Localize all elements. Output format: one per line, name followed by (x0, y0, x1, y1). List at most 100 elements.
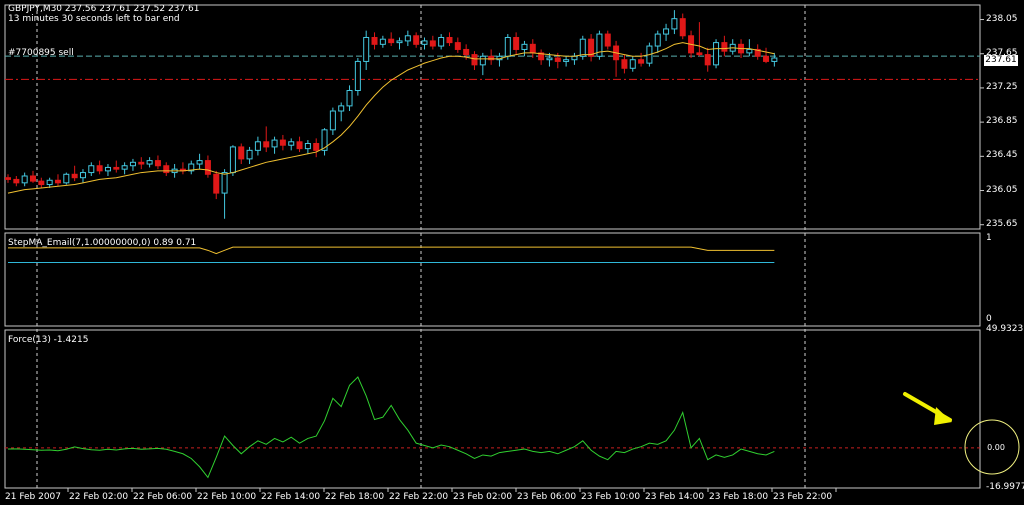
pane-frame-0 (4, 4, 981, 230)
force-zero-badge: 0.00 (985, 443, 1007, 453)
candle-body (271, 139, 278, 148)
candle-body (404, 35, 411, 42)
candle-body (63, 173, 70, 184)
candle-body (513, 36, 520, 50)
price-tick-label: 236.85 (986, 116, 1018, 127)
stepma-tick-label: 1 (986, 233, 992, 243)
candle-body (129, 161, 136, 167)
candle-body (671, 18, 678, 30)
candle-body (388, 38, 395, 44)
candle-body (121, 165, 128, 170)
candle-body (113, 166, 120, 170)
candle-body (79, 172, 86, 179)
candle-body (21, 175, 28, 184)
candle-body (438, 36, 445, 47)
candle-body (621, 59, 628, 69)
candle-body (88, 165, 95, 174)
candle-body (13, 178, 20, 184)
stepma-series-0 (8, 246, 775, 255)
candle-body (54, 179, 61, 184)
candle-body (763, 55, 770, 62)
candle-body (5, 177, 11, 180)
chart-window: GBPJPY,M30 237.56 237.61 237.52 237.61 1… (0, 0, 1024, 505)
candle-body (46, 179, 53, 186)
price-tick-label: 238.05 (986, 13, 1018, 24)
annotation-arrow-head (934, 407, 952, 425)
time-tick-label: 23 Feb 10:00 (581, 492, 641, 502)
candle-body (379, 38, 386, 45)
price-tick-label: 236.05 (986, 184, 1018, 195)
time-tick-label: 22 Feb 10:00 (197, 492, 257, 502)
candle-body (38, 180, 45, 186)
candle-body (604, 33, 611, 47)
candle-body (371, 36, 378, 45)
candle-body (146, 160, 153, 165)
symbol-label: GBPJPY,M30 237.56 237.61 237.52 237.61 (8, 4, 200, 14)
time-tick-label: 22 Feb 06:00 (133, 492, 193, 502)
candle-body (429, 40, 436, 47)
time-tick-label: 22 Feb 18:00 (325, 492, 385, 502)
candle-body (704, 54, 711, 66)
candle-body (354, 60, 361, 91)
candle-body (254, 141, 261, 151)
time-tick-label: 23 Feb 22:00 (773, 492, 833, 502)
candle-body (579, 38, 586, 57)
candle-body (229, 146, 236, 174)
candle-body (329, 110, 336, 131)
candle-body (629, 59, 636, 69)
current-price-badge: 237.61 (984, 55, 1018, 66)
force-tick-label: 49.9323 (986, 324, 1024, 334)
candle-body (363, 36, 370, 62)
candle-body (338, 105, 345, 112)
force-tick-label: -16.9977 (986, 482, 1024, 492)
candle-body (213, 173, 220, 194)
price-tick-label: 235.65 (986, 218, 1018, 229)
candle-body (29, 175, 36, 182)
candle-body (571, 55, 578, 61)
stepma-tick-label: 0 (986, 314, 992, 324)
time-tick-label: 23 Feb 02:00 (453, 492, 513, 502)
candle-body (471, 54, 478, 66)
candle-body (504, 36, 511, 57)
price-tick-label: 236.45 (986, 150, 1018, 161)
candle-body (346, 89, 353, 107)
order-label[interactable]: #7700895 sell (8, 48, 74, 58)
moving-average-line (7, 42, 775, 194)
candle-body (196, 160, 203, 165)
chart-svg[interactable] (0, 0, 1024, 505)
candle-body (654, 33, 661, 47)
candle-body (679, 18, 686, 37)
candle-body (71, 173, 78, 179)
candle-body (263, 141, 270, 148)
candle-body (313, 143, 320, 151)
candle-body (638, 59, 645, 64)
candle-body (238, 146, 245, 160)
time-tick-label: 23 Feb 18:00 (709, 492, 769, 502)
candle-body (163, 165, 170, 174)
stepma-label: StepMA_Email(7,1.00000000,0) 0.89 0.71 (8, 238, 197, 248)
candle-body (204, 160, 211, 175)
force-line (7, 376, 775, 479)
time-tick-label: 23 Feb 14:00 (645, 492, 705, 502)
time-tick-label: 22 Feb 22:00 (389, 492, 449, 502)
candle-body (721, 42, 728, 52)
candle-body (96, 165, 103, 172)
time-tick-label: 22 Feb 14:00 (261, 492, 321, 502)
candle-body (138, 161, 145, 165)
candle-body (454, 42, 461, 50)
candle-body (563, 59, 570, 62)
price-tick-label: 237.25 (986, 81, 1018, 92)
candle-body (554, 57, 561, 62)
timer-label: 13 minutes 30 seconds left to bar end (8, 14, 180, 24)
candle-body (413, 35, 420, 45)
time-tick-label: 21 Feb 2007 (5, 492, 62, 502)
candle-body (421, 40, 428, 45)
candle-body (221, 172, 228, 194)
candle-body (546, 57, 553, 61)
candle-body (463, 48, 470, 56)
candle-body (154, 160, 161, 167)
candle-body (696, 52, 703, 56)
candle-body (304, 143, 311, 150)
time-tick-label: 23 Feb 06:00 (517, 492, 577, 502)
pane-frame-2 (4, 329, 981, 489)
